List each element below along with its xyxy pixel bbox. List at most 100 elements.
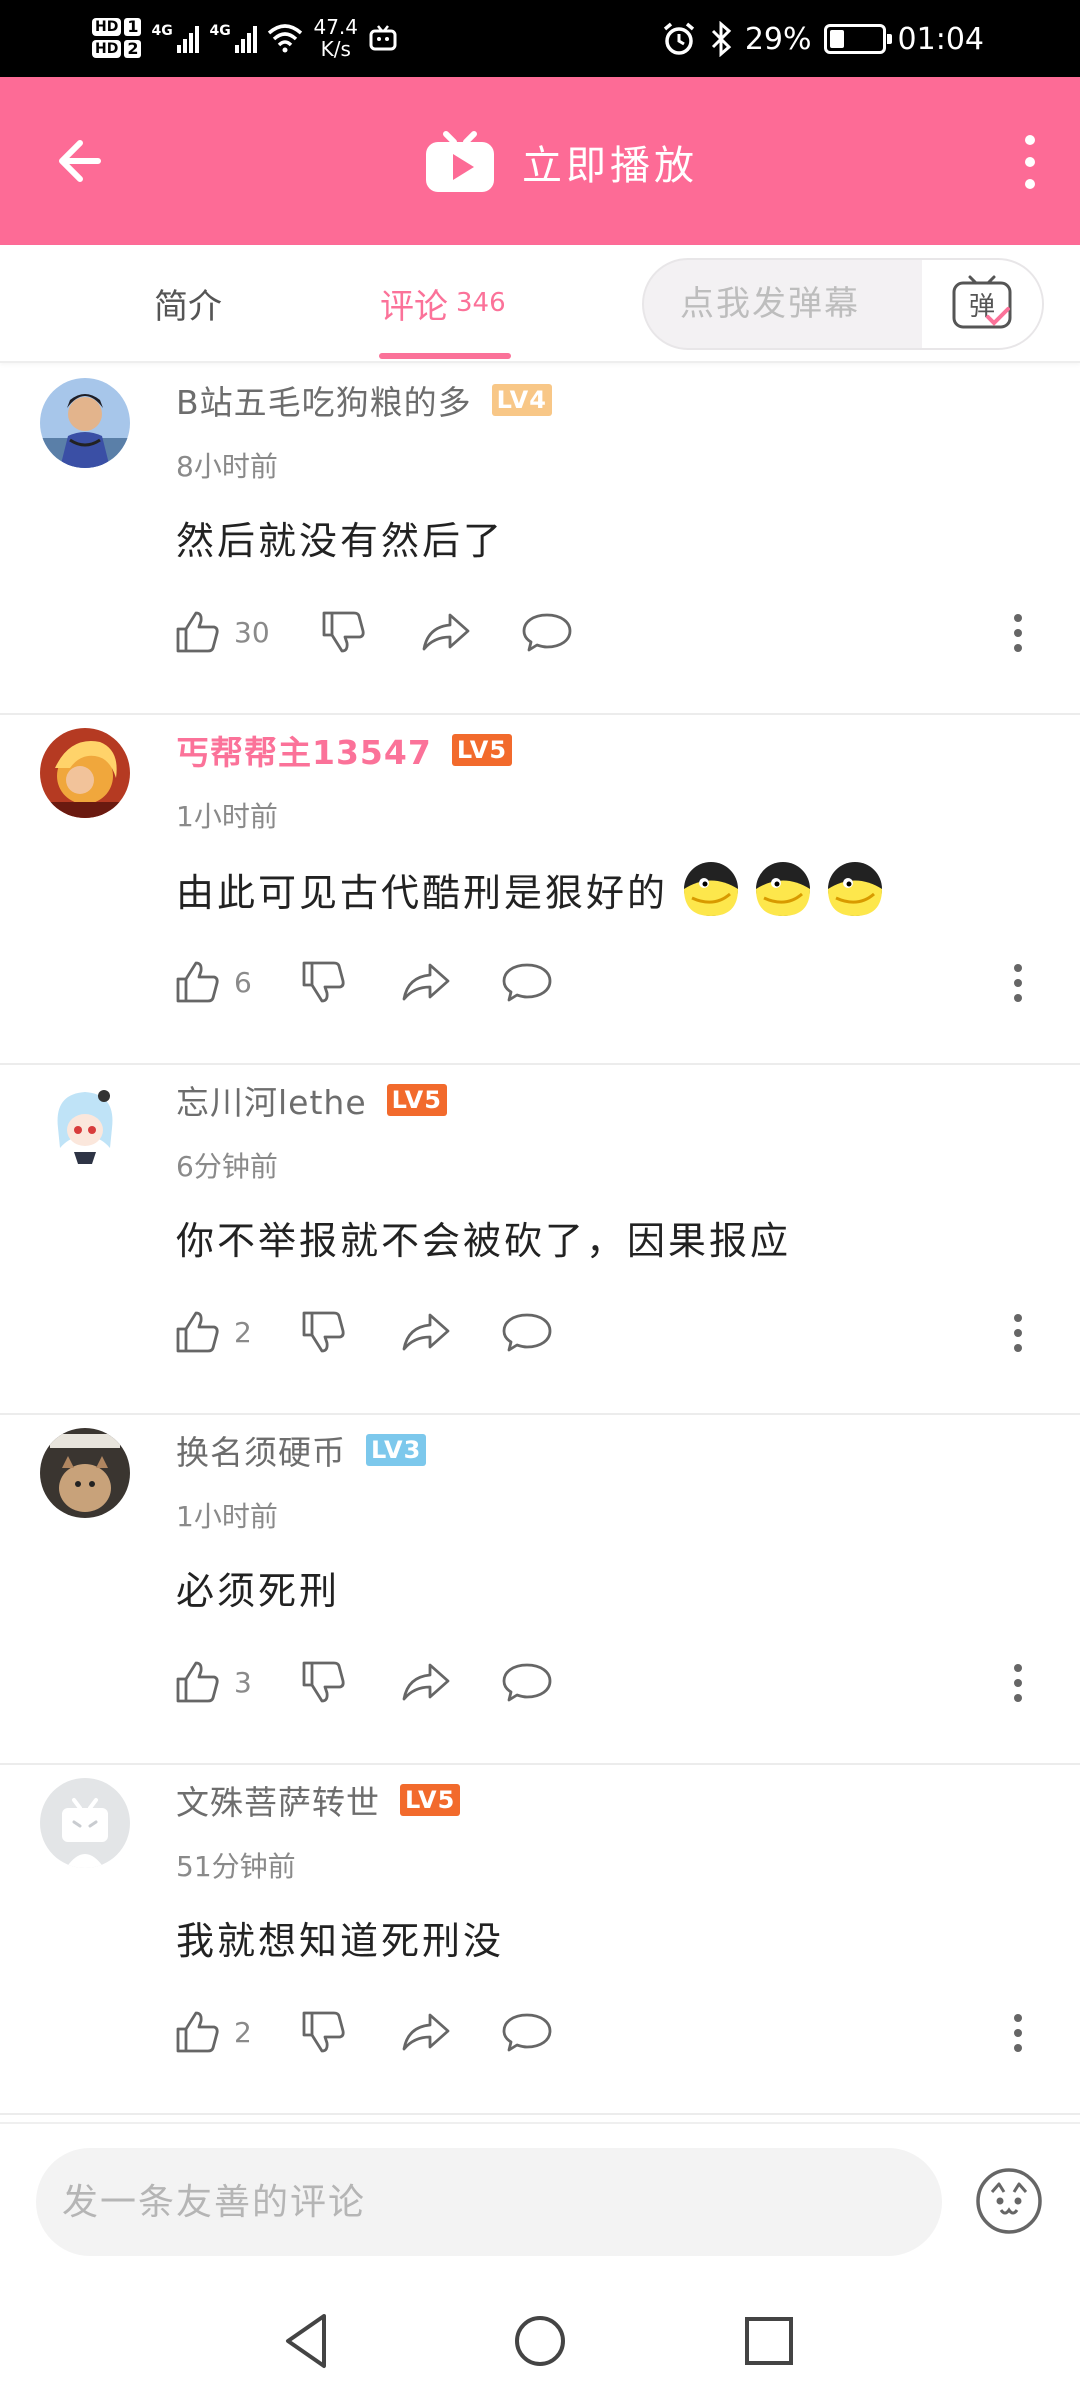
comment-text: 你不举报就不会被砍了，因果报应 — [176, 1219, 792, 1263]
clock: 01:04 — [897, 21, 984, 57]
thumb-down-icon[interactable] — [296, 955, 350, 1009]
emote-icon — [756, 862, 811, 916]
tv-play-icon — [426, 131, 494, 192]
like-button[interactable]: 30 — [170, 605, 274, 659]
nav-home-icon[interactable] — [505, 2306, 575, 2376]
avatar-image — [40, 378, 130, 468]
comment-more-icon[interactable] — [1008, 961, 1028, 1005]
avatar[interactable] — [40, 1778, 130, 1868]
comment-more-icon[interactable] — [1008, 1311, 1028, 1355]
emote-icon — [684, 862, 739, 916]
emote-icon — [828, 862, 883, 916]
share-icon[interactable] — [398, 955, 452, 1009]
like-count: 2 — [234, 2015, 252, 2049]
system-nav-bar — [0, 2282, 1080, 2400]
username[interactable]: B站五毛吃狗粮的多 — [176, 376, 472, 424]
username[interactable]: 丐帮帮主13547 — [176, 726, 432, 774]
comment-item: 忘川河lethe LV5 6分钟前 你不举报就不会被砍了，因果报应 2 — [0, 1065, 1080, 1415]
thumb-down-icon[interactable] — [316, 605, 370, 659]
tv-notification-icon — [369, 25, 397, 51]
hd1-number: 1 — [124, 18, 142, 36]
alarm-icon — [663, 22, 694, 55]
signal-icon-2: 4G — [209, 23, 258, 53]
emoji-icon[interactable] — [974, 2166, 1044, 2236]
back-arrow-icon[interactable] — [44, 121, 124, 201]
username[interactable]: 忘川河lethe — [176, 1076, 367, 1124]
tab-intro[interactable]: 简介 — [154, 245, 222, 361]
comment-input-bar — [0, 2122, 1080, 2282]
reply-bubble-icon[interactable] — [500, 1305, 554, 1359]
nav-recent-icon[interactable] — [734, 2306, 804, 2376]
avatar[interactable] — [40, 1078, 130, 1168]
comment-more-icon[interactable] — [1008, 1661, 1028, 1705]
hd2-indicator: HD 2 — [92, 40, 142, 58]
user-info: 文殊菩萨转世 LV5 — [176, 1775, 461, 1825]
comment-input[interactable] — [36, 2148, 942, 2256]
level-badge: LV4 — [491, 384, 552, 416]
avatar-image — [40, 1078, 130, 1168]
share-icon[interactable] — [418, 605, 472, 659]
hd-indicators: HD 1 HD 2 — [92, 18, 142, 58]
tab-comments-label: 评论 — [380, 286, 448, 327]
comment-item: 文殊菩萨转世 LV5 51分钟前 我就想知道死刑没 2 — [0, 1765, 1080, 2115]
network-type-1: 4G — [151, 23, 173, 39]
level-badge: LV5 — [400, 1784, 461, 1816]
comment-text: 必须死刑 — [176, 1569, 341, 1613]
like-button[interactable]: 6 — [170, 955, 274, 1009]
share-icon[interactable] — [398, 1305, 452, 1359]
avatar[interactable] — [40, 728, 130, 818]
danmu-input-button[interactable]: 点我发弹幕 弹 — [642, 258, 1044, 350]
danmu-icon[interactable]: 弹 — [922, 260, 1042, 348]
reply-bubble-icon[interactable] — [520, 605, 574, 659]
tab-comments[interactable]: 评论 346 — [380, 245, 506, 361]
hd1-label: HD — [92, 18, 122, 36]
comment-time: 6分钟前 — [176, 1150, 278, 1183]
comment-item: 换名须硬币 LV3 1小时前 必须死刑 3 — [0, 1415, 1080, 1765]
comment-item: 丐帮帮主13547 LV5 1小时前 由此可见古代酷刑是狠好的 6 — [0, 715, 1080, 1065]
thumb-down-icon[interactable] — [296, 2005, 350, 2059]
comment-time: 1小时前 — [176, 1500, 278, 1533]
danmu-placeholder: 点我发弹幕 — [680, 284, 860, 324]
comment-actions: 2 — [170, 1297, 554, 1367]
tab-intro-label: 简介 — [154, 286, 222, 327]
avatar[interactable] — [40, 378, 130, 468]
comment-text: 由此可见古代酷刑是狠好的 — [176, 870, 669, 915]
reply-bubble-icon[interactable] — [500, 1655, 554, 1709]
user-info: 换名须硬币 LV3 — [176, 1425, 427, 1475]
username[interactable]: 换名须硬币 — [176, 1426, 346, 1474]
level-badge: LV5 — [386, 1084, 447, 1116]
avatar[interactable] — [40, 1428, 130, 1518]
battery-fill — [829, 30, 845, 48]
tab-comments-count: 346 — [456, 288, 506, 318]
reply-bubble-icon[interactable] — [500, 955, 554, 1009]
like-button[interactable]: 2 — [170, 2005, 274, 2059]
like-button[interactable]: 3 — [170, 1655, 274, 1709]
comment-content: 你不举报就不会被砍了，因果报应 — [176, 1210, 791, 1265]
like-count: 3 — [234, 1665, 252, 1699]
comment-more-icon[interactable] — [1008, 2011, 1028, 2055]
hd2-number: 2 — [124, 40, 142, 58]
comment-more-icon[interactable] — [1008, 611, 1028, 655]
more-vertical-icon[interactable] — [1008, 122, 1052, 202]
comment-list: B站五毛吃狗粮的多 LV4 8小时前 然后就没有然后了 30 丐帮帮主13547… — [0, 365, 1080, 2115]
share-icon[interactable] — [398, 1655, 452, 1709]
play-now-button[interactable]: 立即播放 — [424, 122, 698, 202]
thumb-up-icon — [176, 1311, 219, 1353]
speed-value: 47.4 — [313, 15, 359, 39]
tab-bar: 简介 评论 346 点我发弹幕 弹 — [0, 245, 1080, 363]
user-info: 忘川河lethe LV5 — [176, 1075, 447, 1125]
thumb-up-icon — [176, 961, 219, 1003]
like-button[interactable]: 2 — [170, 1305, 274, 1359]
thumb-down-icon[interactable] — [296, 1305, 350, 1359]
comment-item: B站五毛吃狗粮的多 LV4 8小时前 然后就没有然后了 30 — [0, 365, 1080, 715]
reply-bubble-icon[interactable] — [500, 2005, 554, 2059]
share-icon[interactable] — [398, 2005, 452, 2059]
thumb-up-icon — [176, 611, 219, 653]
thumb-down-icon[interactable] — [296, 1655, 350, 1709]
page-title: 立即播放 — [522, 143, 698, 189]
status-right: 29% 01:04 — [661, 16, 984, 62]
comment-actions: 3 — [170, 1647, 554, 1717]
username[interactable]: 文殊菩萨转世 — [176, 1776, 380, 1824]
status-bar: HD 1 HD 2 4G 4G 47.4 K/s 29% 01:04 — [0, 0, 1080, 77]
nav-back-icon[interactable] — [272, 2306, 342, 2376]
